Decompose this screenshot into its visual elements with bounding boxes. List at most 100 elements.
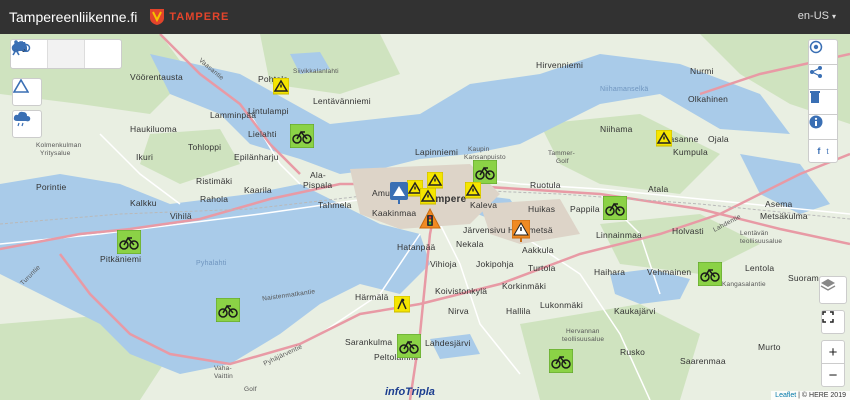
bicycle-icon: [603, 196, 627, 220]
place-label: Ristimäki: [196, 176, 233, 186]
place-label: Lentola: [745, 263, 775, 273]
place-label: Siivikkalanlahti: [293, 68, 339, 75]
locate-button[interactable]: [808, 39, 838, 65]
bicycle-icon: [698, 262, 722, 286]
bicycle-icon: [117, 230, 141, 254]
language-label: en-US: [797, 10, 829, 22]
facebook-icon[interactable]: f: [817, 146, 820, 156]
place-label: Asema: [765, 199, 793, 209]
here-copyright: | © HERE 2019: [798, 392, 846, 399]
place-label: Vihilä: [170, 211, 192, 221]
place-label: Huikas: [528, 204, 556, 214]
place-label: Nirva: [448, 306, 469, 316]
place-label: teollisuusalue: [740, 238, 783, 245]
place-label: Porintie: [36, 182, 67, 192]
warning-icon: [512, 220, 530, 242]
place-label: Kangasalantie: [722, 281, 766, 288]
place-label: Aakkula: [522, 245, 554, 255]
mode-bicycle-button[interactable]: [11, 40, 85, 68]
zoom-out-button[interactable]: −: [821, 363, 845, 387]
share-button[interactable]: [808, 64, 838, 90]
top-navbar: Tampereenliikenne.fi TAMPERE en-US ▾: [0, 0, 850, 34]
place-label: Saarenmaa: [680, 356, 726, 366]
city-logo[interactable]: TAMPERE: [149, 8, 229, 26]
mode-walk-button[interactable]: [12, 40, 121, 68]
place-label: Korkinmäki: [502, 281, 547, 291]
place-label: Rahola: [200, 194, 229, 204]
triangle-warning-icon: [13, 79, 29, 93]
place-label: Pappila: [570, 204, 600, 214]
plus-icon: +: [828, 343, 838, 361]
place-label: Niihamanselkä: [600, 86, 649, 93]
locate-icon: [809, 40, 823, 54]
clear-button[interactable]: [808, 89, 838, 115]
map-attribution: Leaflet | © HERE 2019: [771, 391, 850, 400]
site-title[interactable]: Tampereenliikenne.fi: [9, 9, 137, 25]
bicycle-icon: [290, 124, 314, 148]
layers-icon: [820, 279, 836, 291]
fullscreen-button[interactable]: [821, 310, 845, 334]
place-label: Tammer-: [548, 150, 576, 157]
pedestrian-icon: [12, 40, 20, 56]
warning-icon: [465, 182, 481, 199]
place-label: Kolmenkulman: [36, 142, 82, 149]
place-label: Tahmela: [318, 200, 352, 210]
place-label: Atala: [648, 184, 669, 194]
place-label: Hatanpää: [397, 242, 436, 252]
weather-button[interactable]: [12, 110, 42, 138]
place-label: Ruotula: [530, 180, 561, 190]
place-label: Ala-: [310, 170, 326, 180]
fullscreen-icon: [822, 311, 834, 323]
layers-button[interactable]: [819, 276, 847, 304]
place-label: Nekala: [456, 239, 484, 249]
place-label: Kaukajärvi: [614, 306, 656, 316]
place-label: Vaittin: [214, 373, 233, 380]
info-button[interactable]: [808, 114, 838, 140]
place-label: Jokipohja: [476, 259, 514, 269]
place-label: Kaupin: [468, 146, 490, 153]
caret-down-icon: ▾: [831, 11, 836, 21]
leaflet-link[interactable]: Leaflet: [775, 392, 796, 399]
place-label: Niihama: [600, 124, 633, 134]
traffic-light-icon: [419, 208, 441, 229]
traffic-warnings-button[interactable]: [12, 78, 42, 106]
place-label: Pispala: [303, 180, 333, 190]
bicycle-icon: [397, 334, 421, 358]
place-label: Haihara: [594, 267, 626, 277]
place-label: Lahdesjärvi: [425, 338, 471, 348]
language-dropdown[interactable]: en-US ▾: [798, 10, 836, 22]
trash-icon: [810, 91, 820, 103]
place-label: Vehmainen: [647, 267, 692, 277]
place-label: Haukiluoma: [130, 124, 177, 134]
place-label: Lielahti: [248, 129, 277, 139]
warning-icon: [656, 130, 672, 147]
place-label: Härmälä: [355, 292, 389, 302]
info-icon: [809, 115, 823, 129]
place-label: Lentävän: [740, 230, 769, 237]
bicycle-icon: [216, 298, 240, 322]
city-name: TAMPERE: [169, 11, 230, 23]
place-label: Kalkku: [130, 198, 157, 208]
place-label: Tohloppi: [188, 142, 222, 152]
tampere-crest-icon: [150, 9, 165, 25]
place-label: Murto: [758, 342, 781, 352]
place-label: teollisuusalue: [562, 336, 605, 343]
place-label: Hallila: [506, 306, 531, 316]
warning-icon: [420, 188, 436, 205]
place-label: Ikuri: [136, 152, 154, 162]
map-view[interactable]: Vöörentausta Pohtola Siivikkalanlahti Li…: [0, 34, 850, 400]
social-links: f t: [808, 139, 838, 163]
place-label: Ojala: [708, 134, 729, 144]
place-label: Yritysalue: [40, 150, 71, 157]
place-label: Holvasti: [672, 226, 704, 236]
infotripla-logo[interactable]: infoTripla: [385, 386, 435, 398]
place-label: Golf: [556, 158, 569, 165]
place-label: Hirvenniemi: [536, 60, 584, 70]
place-label: Sarankulma: [345, 337, 393, 347]
place-label: Pitkäniemi: [100, 254, 142, 264]
twitter-icon[interactable]: t: [826, 147, 828, 156]
bicycle-icon: [473, 160, 497, 184]
zoom-in-button[interactable]: +: [821, 340, 845, 364]
warning-icon: [273, 78, 289, 95]
roadwork-icon: [394, 296, 410, 313]
